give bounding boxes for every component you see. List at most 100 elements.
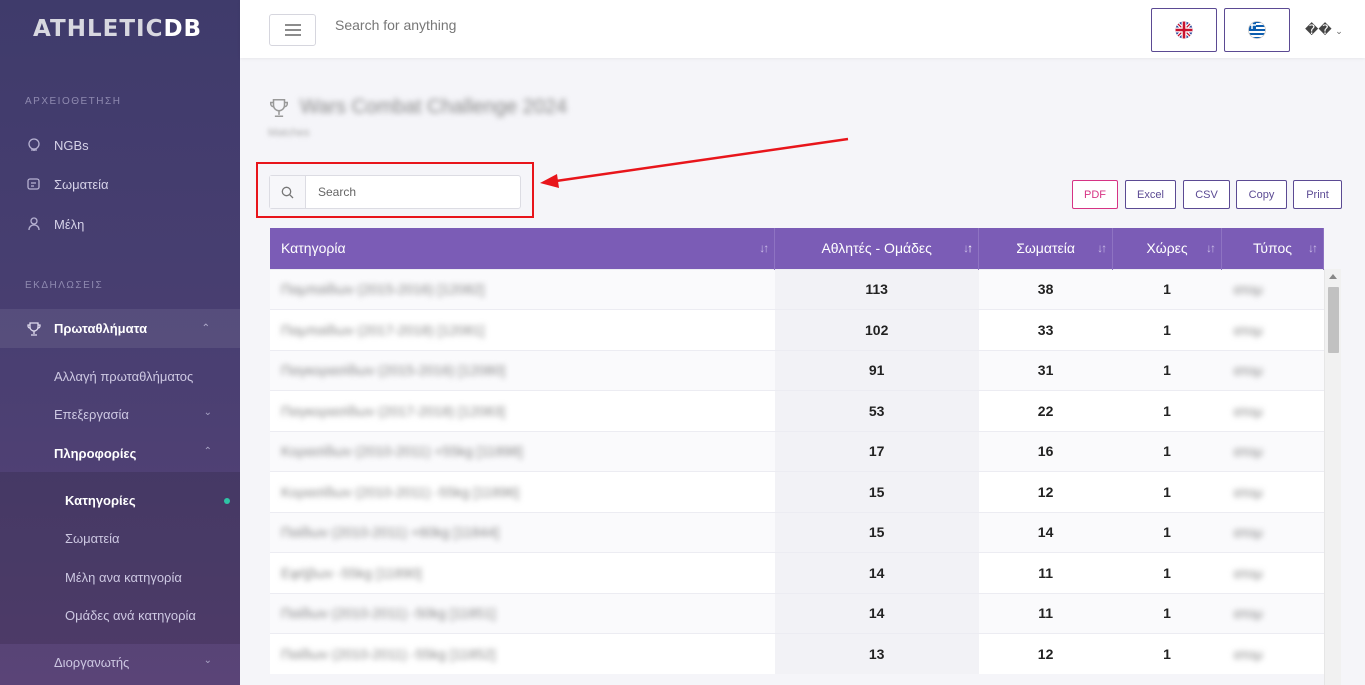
cell-athletes-text: 91 xyxy=(868,362,885,379)
cell-countries: 1 xyxy=(1112,268,1222,310)
trophy-icon xyxy=(25,320,43,338)
cell-countries: 1 xyxy=(1112,592,1222,634)
sort-icon: ↓↑ xyxy=(759,241,769,255)
cell-type: ατομ xyxy=(1221,633,1324,674)
scroll-up-icon[interactable] xyxy=(1329,274,1337,279)
table-row[interactable]: Παίδων (2010-2011) -55kg [11852] 13 12 1 ατο… xyxy=(270,633,1324,674)
cell-clubs: 12 xyxy=(978,633,1113,674)
column-label: Κατηγορία xyxy=(281,240,346,257)
scrollbar-thumb[interactable] xyxy=(1328,287,1339,353)
sidebar-item-info-clubs[interactable]: Σωματεία xyxy=(0,531,240,546)
language-el-button[interactable] xyxy=(1224,8,1290,52)
cell-type: ατομ xyxy=(1221,592,1324,634)
cell-athletes: 102 xyxy=(774,309,979,350)
export-copy-button[interactable]: Copy xyxy=(1236,180,1287,209)
sidebar-item-label: Διοργανωτής xyxy=(54,655,130,670)
user-menu[interactable]: �� ⌄ xyxy=(1305,22,1343,38)
cell-athletes: 14 xyxy=(774,592,979,634)
cell-athletes: 113 xyxy=(774,268,979,310)
column-header-clubs[interactable]: Σωματεία ↓↑ xyxy=(978,228,1114,269)
cell-countries-text: 1 xyxy=(1163,646,1171,662)
column-header-type[interactable]: Τύπος ↓↑ xyxy=(1221,228,1324,269)
cell-type-text: ατομ xyxy=(1233,321,1263,338)
cell-type-text: ατομ xyxy=(1233,402,1263,419)
sidebar-item-change-championship[interactable]: Αλλαγή πρωταθλήματος xyxy=(0,369,240,384)
cell-category: Εφήβων -55kg [11890] xyxy=(270,552,775,593)
column-label: Τύπος xyxy=(1253,240,1292,257)
cell-countries-text: 1 xyxy=(1163,362,1171,379)
column-header-category[interactable]: Κατηγορία ↓↑ xyxy=(270,228,776,269)
table-row[interactable]: Κορασίδων (2010-2011) +55kg [11898] 17 16 1… xyxy=(270,430,1324,472)
export-print-button[interactable]: Print xyxy=(1293,180,1342,209)
menu-toggle-button[interactable] xyxy=(269,14,316,46)
cell-type: ατομ xyxy=(1221,511,1324,553)
chevron-up-icon: ⌃ xyxy=(201,323,210,334)
column-header-countries[interactable]: Χώρες ↓↑ xyxy=(1112,228,1223,269)
sidebar-item-championships[interactable]: Πρωταθλήματα ⌃ xyxy=(0,309,240,348)
cell-type: ατομ xyxy=(1221,309,1324,350)
page-title: Wars Combat Challenge 2024 xyxy=(300,96,568,118)
sidebar-item-organizer[interactable]: Διοργανωτής ⌄ xyxy=(0,655,240,670)
cell-clubs: 16 xyxy=(978,430,1113,472)
cell-clubs-text: 33 xyxy=(1037,321,1054,338)
cell-athletes: 15 xyxy=(774,471,979,512)
table-row[interactable]: Παίδων (2010-2011) -50kg [11851] 14 11 1 ατο… xyxy=(270,592,1324,634)
column-header-athletes[interactable]: Αθλητές - Ομάδες ↓↑ xyxy=(774,228,980,269)
table-row[interactable]: Κορασίδων (2010-2011) -55kg [11896] 15 12 1… xyxy=(270,471,1324,512)
info-submenu: Κατηγορίες Σωματεία Μέλη ανα κατηγορία Ο… xyxy=(0,472,240,644)
table-row[interactable]: Παμπαίδων (2015-2016) [12082] 113 38 1 ατομ xyxy=(270,268,1324,310)
cell-clubs-text: 22 xyxy=(1037,402,1054,419)
cell-type-text: ατομ xyxy=(1233,524,1263,541)
table-row[interactable]: Παγκορασίδων (2017-2018) [12083] 53 22 1 ατο… xyxy=(270,390,1324,431)
chevron-down-icon: ⌄ xyxy=(203,407,212,418)
sidebar-item-label: Πληροφορίες xyxy=(54,446,137,461)
cell-clubs-text: 11 xyxy=(1038,564,1053,581)
cell-athletes: 17 xyxy=(774,430,979,472)
cell-countries: 1 xyxy=(1112,430,1222,472)
cell-type-text: ατομ xyxy=(1233,483,1263,500)
globe-icon xyxy=(25,136,43,154)
sidebar: ATHLETICDB ΑΡΧΕΙΟΘΕΤΗΣΗ NGBs Σωματεία Μέ… xyxy=(0,0,240,685)
cell-clubs-text: 12 xyxy=(1037,483,1054,500)
sidebar-item-label: Σωματεία xyxy=(54,176,109,192)
table-row[interactable]: Παμπαίδων (2017-2018) [12081] 102 33 1 ατομ xyxy=(270,309,1324,350)
export-csv-button[interactable]: CSV xyxy=(1183,180,1230,209)
cell-athletes-text: 15 xyxy=(868,524,885,541)
sidebar-item-clubs[interactable]: Σωματεία xyxy=(0,174,240,194)
sort-icon: ↓↑ xyxy=(1097,241,1107,255)
app-logo[interactable]: ATHLETICDB xyxy=(0,0,240,58)
export-excel-button[interactable]: Excel xyxy=(1125,180,1176,209)
sidebar-item-members-per-category[interactable]: Μέλη ανα κατηγορία xyxy=(0,570,240,585)
sort-asc-icon: ↓↑ xyxy=(963,241,973,255)
sidebar-item-editing[interactable]: Επεξεργασία ⌄ xyxy=(0,407,240,422)
table-row[interactable]: Παίδων (2010-2011) +60kg [11844] 15 14 1 ατο… xyxy=(270,511,1324,553)
cell-category: Κορασίδων (2010-2011) +55kg [11898] xyxy=(270,430,775,472)
sidebar-item-info[interactable]: Πληροφορίες ⌃ xyxy=(0,446,240,461)
table-row[interactable]: Παγκορασίδων (2015-2016) [12080] 91 31 1 ατο… xyxy=(270,349,1324,391)
cell-countries: 1 xyxy=(1112,552,1222,593)
cell-category: Παίδων (2010-2011) -55kg [11852] xyxy=(270,633,775,674)
sidebar-item-members[interactable]: Μέλη xyxy=(0,214,240,234)
page-header: Wars Combat Challenge 2024 xyxy=(268,96,567,119)
club-icon xyxy=(25,175,43,193)
language-en-button[interactable] xyxy=(1151,8,1217,52)
sidebar-item-teams-per-category[interactable]: Ομάδες ανά κατηγορία xyxy=(0,608,240,623)
cell-category-text: Παίδων (2010-2011) -50kg [11851] xyxy=(281,605,496,622)
cell-countries-text: 1 xyxy=(1163,321,1171,338)
cell-category: Παγκορασίδων (2017-2018) [12083] xyxy=(270,390,775,431)
cell-athletes: 14 xyxy=(774,552,979,593)
table-scrollbar[interactable] xyxy=(1324,269,1341,685)
sidebar-item-categories[interactable]: Κατηγορίες xyxy=(0,493,240,508)
cell-countries-text: 1 xyxy=(1163,483,1171,500)
table-header-row: Κατηγορία ↓↑ Αθλητές - Ομάδες ↓↑ Σωματεία ↓… xyxy=(270,228,1324,269)
sidebar-item-label: Κατηγορίες xyxy=(65,493,136,508)
cell-clubs-text: 16 xyxy=(1037,443,1054,460)
sidebar-item-ngbs[interactable]: NGBs xyxy=(0,135,240,155)
global-search-input[interactable] xyxy=(335,16,635,34)
table-row[interactable]: Εφήβων -55kg [11890] 14 11 1 ατομ xyxy=(270,552,1324,593)
export-pdf-button[interactable]: PDF xyxy=(1072,180,1118,209)
sort-icon: ↓↑ xyxy=(1206,241,1216,255)
cell-type-text: ατομ xyxy=(1233,443,1263,460)
cell-clubs-text: 11 xyxy=(1038,605,1053,622)
cell-clubs-text: 12 xyxy=(1037,646,1054,662)
